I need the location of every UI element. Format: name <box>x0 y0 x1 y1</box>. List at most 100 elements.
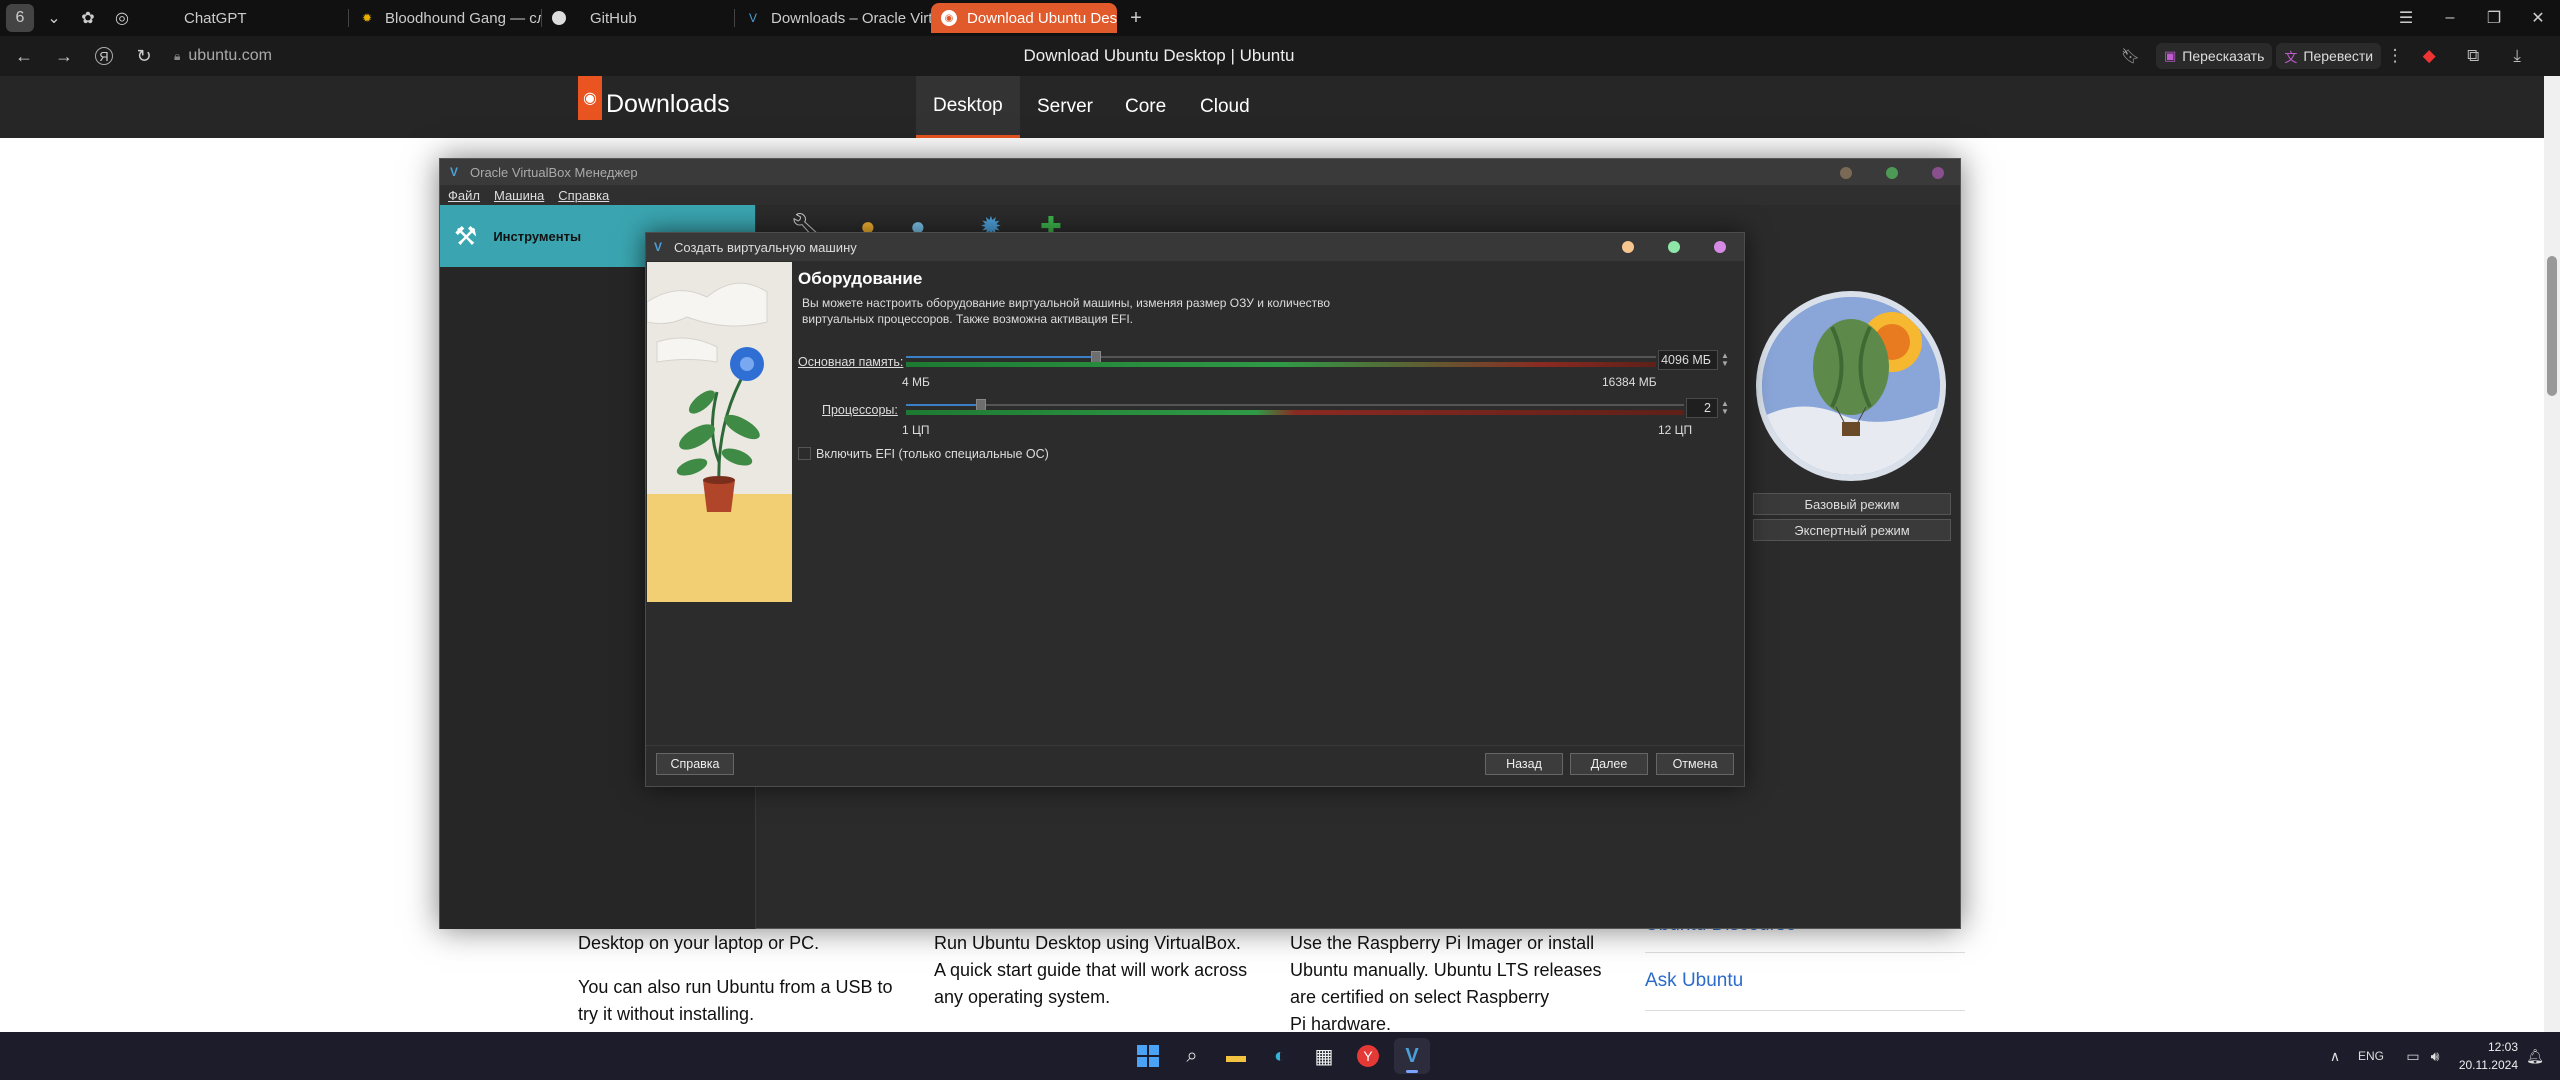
vbox-title: Oracle VirtualBox Менеджер <box>470 164 638 180</box>
search-icon[interactable]: ⌕ <box>1174 1038 1210 1074</box>
col1-text-2b: try it without installing. <box>578 1004 755 1024</box>
vbox-menubar: Файл Машина Справка <box>440 185 1960 205</box>
start-icon[interactable] <box>1130 1038 1166 1074</box>
vbox-titlebar[interactable]: V Oracle VirtualBox Менеджер <box>440 159 1960 185</box>
retell-icon: ▣ <box>2164 48 2177 63</box>
browser-menu-icon[interactable]: ☰ <box>2384 8 2428 28</box>
clock-date: 20.11.2024 <box>2458 1058 2518 1072</box>
tab-ubuntu-download[interactable]: ◉ Download Ubuntu Deskt ✕ <box>931 3 1117 33</box>
memory-max-label: 16384 МБ <box>1602 375 1657 389</box>
ubuntu-logo-icon[interactable]: ◉ <box>578 76 602 120</box>
memory-slider[interactable] <box>906 351 1656 368</box>
tab-label: GitHub <box>590 9 637 27</box>
col3-text-1: Use the Raspberry Pi Imager or install <box>1290 933 1595 953</box>
virtualbox-taskbar-icon[interactable]: V <box>1394 1038 1430 1074</box>
memory-label: Основная память: <box>798 355 904 369</box>
tray-chevron-icon[interactable]: ∧ <box>2322 1048 2348 1065</box>
oracle-icon: V <box>748 11 757 25</box>
memory-spinbox[interactable]: 4096 МБ <box>1658 350 1718 370</box>
pinned-tab-2-icon[interactable]: ◎ <box>108 4 136 32</box>
cpu-max-label: 12 ЦП <box>1658 423 1693 437</box>
language-indicator[interactable]: ENG <box>2358 1032 2384 1080</box>
retell-button[interactable]: ▣ Пересказать <box>2156 43 2273 69</box>
menu-machine[interactable]: Машина <box>494 188 544 203</box>
close-dot-icon[interactable] <box>1932 167 1944 179</box>
nav-server[interactable]: Server <box>1020 76 1110 138</box>
lock-icon: 🔒︎ <box>174 48 181 63</box>
minimize-dot-icon[interactable] <box>1622 241 1634 253</box>
pinned-tab-1-icon[interactable]: ✿ <box>74 4 102 32</box>
minimize-icon[interactable]: – <box>2428 9 2472 27</box>
new-tab-icon[interactable]: + <box>1123 5 1149 31</box>
col1-text-1: Desktop on your laptop or PC. <box>578 933 820 953</box>
minimize-dot-icon[interactable] <box>1840 167 1852 179</box>
file-explorer-icon[interactable]: ▬ <box>1218 1038 1254 1074</box>
cpu-spinbox[interactable]: 2 <box>1686 398 1718 418</box>
network-icon[interactable]: ▭ <box>2402 1048 2424 1065</box>
section-title[interactable]: Downloads <box>606 90 730 119</box>
profile-icon[interactable]: 6 <box>6 4 34 32</box>
menu-help[interactable]: Справка <box>558 188 609 203</box>
bookmark-icon[interactable]: 🔖︎ <box>2121 47 2140 65</box>
cpu-label: Процессоры: <box>822 403 898 417</box>
tab-chatgpt[interactable]: ChatGPT <box>148 3 348 33</box>
chatgpt-icon <box>158 10 174 26</box>
efi-label[interactable]: Включить EFI (только специальные ОС) <box>816 447 1049 461</box>
expert-mode-button[interactable]: Экспертный режим <box>1753 519 1951 541</box>
cpu-spin-arrows-icon[interactable]: ▲ ▼ <box>1719 398 1731 418</box>
cancel-button[interactable]: Отмена <box>1656 753 1734 775</box>
scrollbar-thumb[interactable] <box>2547 256 2557 396</box>
next-button[interactable]: Далее <box>1570 753 1648 775</box>
basic-mode-button[interactable]: Базовый режим <box>1753 493 1951 515</box>
nav-desktop[interactable]: Desktop <box>916 76 1020 138</box>
system-clock[interactable]: 12:03 20.11.2024 <box>2459 1038 2518 1074</box>
tab-bloodhound[interactable]: ✹ Bloodhound Gang — слуш <box>349 3 541 33</box>
yandex-icon[interactable]: Я <box>86 40 122 72</box>
close-dot-icon[interactable] <box>1714 241 1726 253</box>
back-button[interactable]: Назад <box>1485 753 1563 775</box>
url-domain: ubuntu.com <box>188 47 272 64</box>
col1-text-2a: You can also run Ubuntu from a USB to <box>578 977 893 997</box>
tab-oracle-downloads[interactable]: V Downloads – Oracle Virtu <box>735 3 931 33</box>
notification-icon[interactable]: 🔔︎ <box>2524 1048 2546 1065</box>
memory-spin-arrows-icon[interactable]: ▲ ▼ <box>1719 350 1731 370</box>
plant-icon <box>647 262 792 602</box>
collections-icon[interactable]: ⧉ <box>2453 46 2493 66</box>
nav-cloud[interactable]: Cloud <box>1183 76 1267 138</box>
forward-icon[interactable]: → <box>46 40 82 72</box>
reload-icon[interactable]: ↻ <box>126 40 162 72</box>
maximize-dot-icon[interactable] <box>1886 167 1898 179</box>
extension-icon[interactable]: ◆ <box>2409 46 2449 66</box>
memory-scale <box>906 362 1656 367</box>
browser-tab-strip: 6 ⌄ ✿ ◎ ChatGPT ✹ Bloodhound Gang — слуш… <box>0 0 2560 36</box>
more-icon[interactable]: ⋮ <box>2385 46 2405 66</box>
translate-button[interactable]: 文 Перевести <box>2276 43 2382 69</box>
help-button[interactable]: Справка <box>656 753 734 775</box>
tab-label: Downloads – Oracle Virtu <box>771 9 931 27</box>
retell-label: Пересказать <box>2182 48 2265 64</box>
tab-list-chevron-icon[interactable]: ⌄ <box>40 4 68 32</box>
divider <box>1645 952 1965 953</box>
maximize-dot-icon[interactable] <box>1668 241 1680 253</box>
menu-file[interactable]: Файл <box>448 188 480 203</box>
back-icon[interactable]: ← <box>6 40 42 72</box>
ubuntu-icon: ◉ <box>941 10 957 26</box>
downloads-icon[interactable]: ⤓ <box>2497 46 2537 66</box>
dialog-divider <box>646 745 1744 746</box>
tab-github[interactable]: GitHub <box>542 3 734 33</box>
close-window-icon[interactable]: ✕ <box>2516 8 2560 28</box>
dialog-titlebar[interactable]: V Создать виртуальную машину <box>646 233 1744 261</box>
yandex-browser-icon[interactable]: Y <box>1350 1038 1386 1074</box>
store-icon[interactable]: ▦ <box>1306 1038 1342 1074</box>
url-field[interactable]: 🔒︎ ubuntu.com Download Ubuntu Desktop | … <box>174 42 2144 70</box>
cpu-slider[interactable] <box>906 399 1684 416</box>
nav-core[interactable]: Core <box>1108 76 1183 138</box>
link-ask-ubuntu[interactable]: Ask Ubuntu <box>1645 970 1743 992</box>
tab-label: Download Ubuntu Deskt <box>967 9 1117 27</box>
efi-checkbox[interactable] <box>798 447 811 460</box>
page-scrollbar[interactable] <box>2544 76 2560 1032</box>
virtualbox-icon: V <box>654 240 663 254</box>
volume-icon[interactable]: 🔊︎ <box>2424 1048 2446 1065</box>
restore-icon[interactable]: ❐ <box>2472 8 2516 28</box>
edge-icon[interactable]: ◐ <box>1262 1038 1298 1074</box>
